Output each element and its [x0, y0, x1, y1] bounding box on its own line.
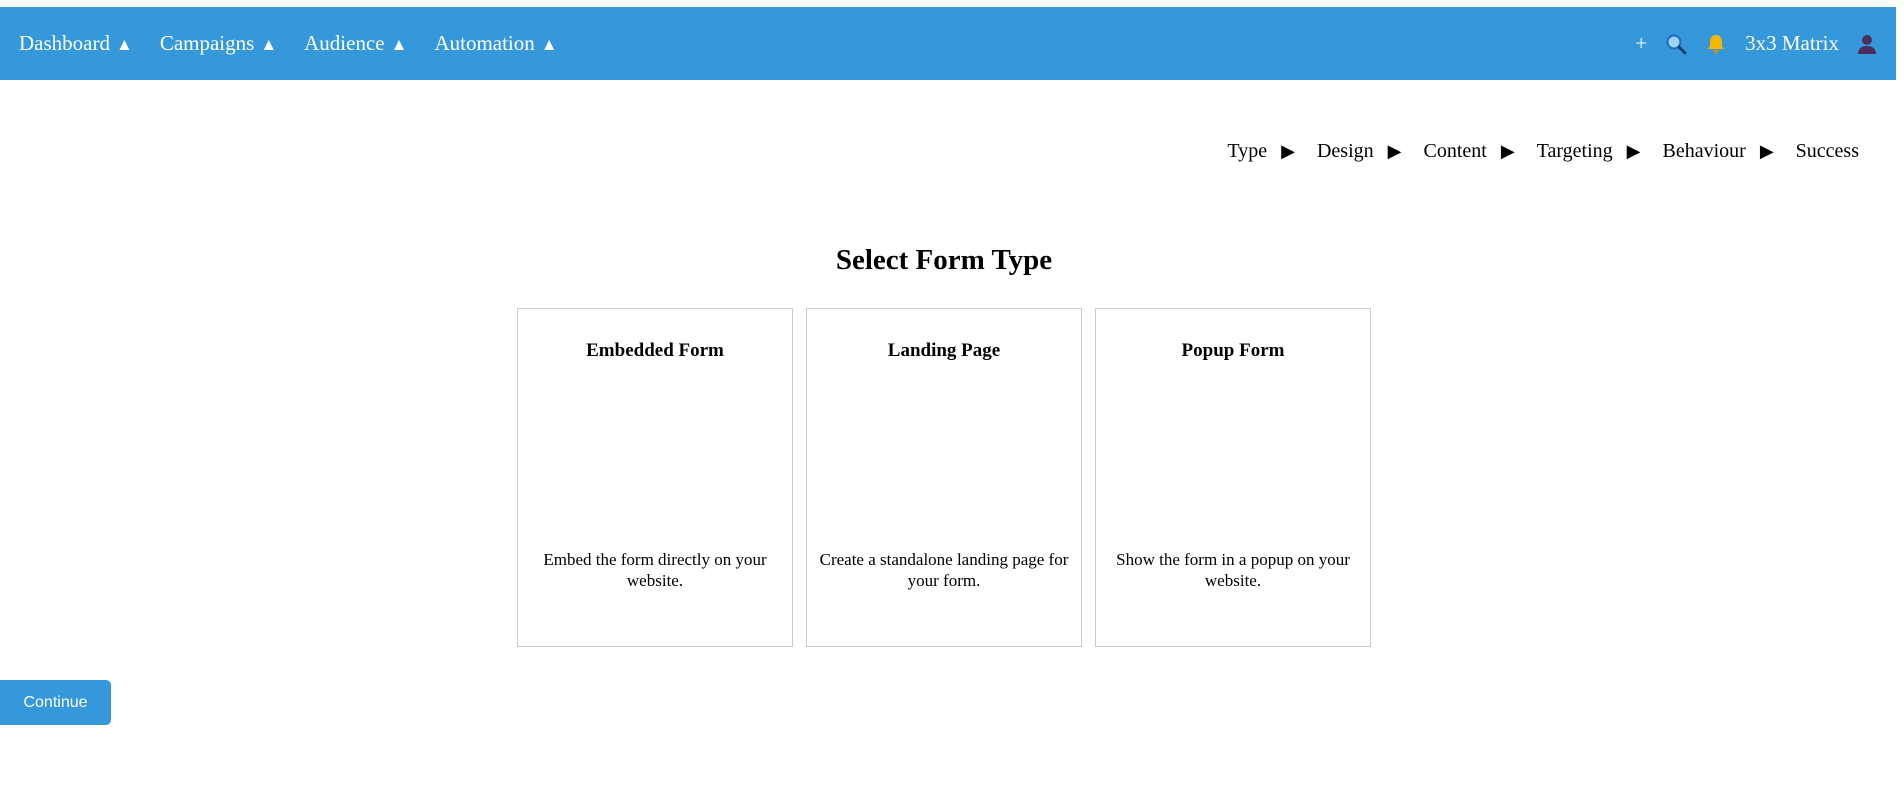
- add-icon[interactable]: +: [1635, 31, 1647, 56]
- card-title: Popup Form: [1181, 340, 1285, 361]
- nav-automation-label: Automation: [434, 31, 535, 55]
- arrow-right-icon: ▶: [1500, 141, 1515, 161]
- caret-up-icon: ▲: [390, 35, 408, 54]
- caret-up-icon: ▲: [540, 35, 558, 54]
- card-title: Embedded Form: [586, 340, 724, 361]
- bell-icon[interactable]: [1705, 33, 1727, 55]
- card-description: Embed the form directly on your website.: [543, 550, 767, 590]
- header-actions: + 3x3 Matrix: [1617, 31, 1877, 56]
- arrow-right-icon: ▶: [1626, 141, 1641, 161]
- arrow-right-icon: ▶: [1281, 141, 1295, 161]
- search-icon[interactable]: [1665, 33, 1687, 55]
- arrow-right-icon: ▶: [1759, 141, 1774, 161]
- step-type[interactable]: Type: [1227, 140, 1267, 163]
- wizard-steps: Type ▶ Design ▶ Content ▶ Targeting ▶ Be…: [1227, 140, 1859, 163]
- nav-campaigns-label: Campaigns: [159, 31, 255, 55]
- account-name[interactable]: 3x3 Matrix: [1745, 31, 1839, 56]
- step-targeting[interactable]: Targeting: [1537, 140, 1613, 163]
- step-design[interactable]: Design: [1317, 140, 1374, 163]
- user-avatar-icon[interactable]: [1857, 33, 1877, 55]
- arrow-right-icon: ▶: [1387, 141, 1402, 161]
- nav-campaigns[interactable]: Campaigns ▲: [160, 31, 277, 56]
- top-navigation-bar: Dashboard ▲ Campaigns ▲ Audience ▲ Automati…: [0, 7, 1896, 80]
- card-popup-form[interactable]: Popup Form Show the form in a popup on y…: [1095, 308, 1371, 647]
- card-description: Show the form in a popup on your website…: [1116, 550, 1350, 590]
- nav-dashboard[interactable]: Dashboard ▲: [19, 31, 133, 56]
- step-content[interactable]: Content: [1423, 140, 1486, 163]
- continue-button[interactable]: Continue: [0, 680, 111, 725]
- card-title: Landing Page: [887, 340, 1001, 361]
- nav-audience-label: Audience: [304, 31, 385, 55]
- form-type-options: Embedded Form Embed the form directly on…: [517, 308, 1384, 647]
- card-landing-page[interactable]: Landing Page Create a standalone landing…: [806, 308, 1082, 647]
- step-success[interactable]: Success: [1796, 140, 1859, 163]
- step-behaviour[interactable]: Behaviour: [1663, 140, 1746, 163]
- nav-automation[interactable]: Automation ▲: [434, 31, 557, 56]
- nav-audience[interactable]: Audience ▲: [304, 31, 407, 56]
- caret-up-icon: ▲: [115, 35, 133, 54]
- nav-dashboard-label: Dashboard: [19, 31, 110, 55]
- card-embedded-form[interactable]: Embedded Form Embed the form directly on…: [517, 308, 793, 647]
- caret-up-icon: ▲: [260, 35, 278, 54]
- main-menu: Dashboard ▲ Campaigns ▲ Audience ▲ Automati…: [19, 31, 585, 56]
- page-title: Select Form Type: [835, 244, 1053, 276]
- card-description: Create a standalone landing page for you…: [819, 550, 1069, 590]
